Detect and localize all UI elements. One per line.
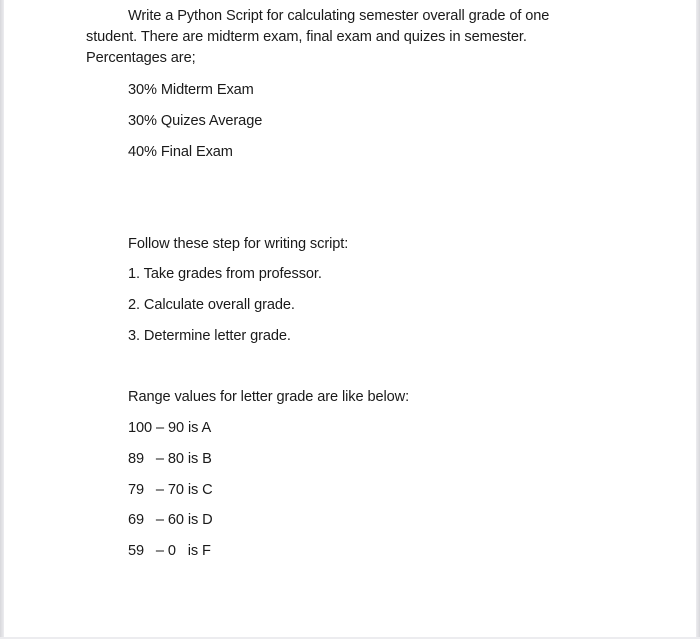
document-page: Write a Python Script for calculating se… — [0, 0, 700, 639]
ranges-heading: Range values for letter grade are like b… — [128, 389, 410, 405]
steps-heading: Follow these step for writing script: — [128, 236, 349, 252]
percentage-final: 40% Final Exam — [128, 144, 233, 160]
range-b: 89 – 80 is B — [128, 451, 212, 467]
range-d: 69 – 60 is D — [128, 512, 213, 528]
range-c: 79 – 70 is C — [128, 482, 213, 498]
range-a: 100 – 90 is A — [128, 420, 212, 436]
page-edge-right — [696, 0, 700, 639]
step-1: 1. Take grades from professor. — [128, 266, 322, 282]
range-f: 59 – 0 is F — [128, 543, 211, 559]
page-edge-left — [0, 0, 4, 639]
intro-line-2: student. There are midterm exam, final e… — [86, 29, 527, 45]
intro-line-1: Write a Python Script for calculating se… — [128, 8, 550, 24]
intro-line-3: Percentages are; — [86, 50, 196, 66]
percentage-midterm: 30% Midterm Exam — [128, 82, 254, 98]
percentage-quizes: 30% Quizes Average — [128, 113, 263, 129]
step-2: 2. Calculate overall grade. — [128, 297, 295, 313]
step-3: 3. Determine letter grade. — [128, 328, 291, 344]
